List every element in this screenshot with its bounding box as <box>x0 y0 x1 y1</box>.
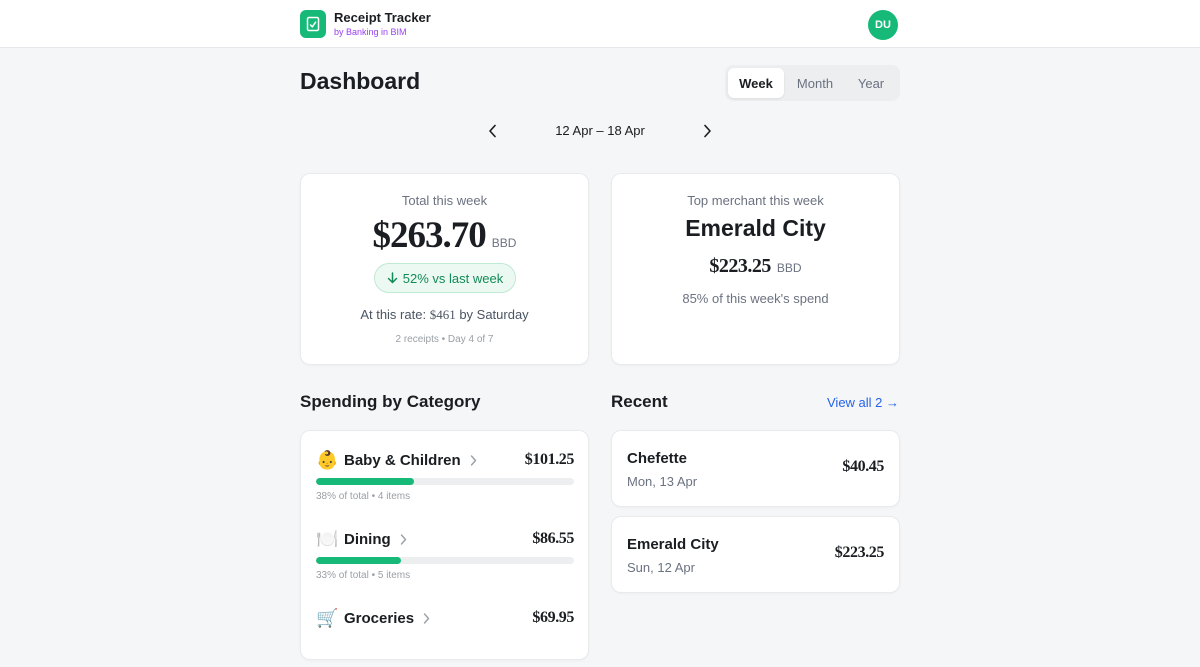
tab-week[interactable]: Week <box>728 68 784 98</box>
recent-merchant: Emerald City <box>627 536 719 553</box>
date-range: 12 Apr – 18 Apr <box>555 123 645 138</box>
category-amount: $101.25 <box>524 451 575 468</box>
total-currency: BBD <box>491 236 517 250</box>
recent-amount: $223.25 <box>834 544 885 561</box>
chevron-right-icon <box>400 533 407 545</box>
top-merchant-card: Top merchant this week Emerald City $223… <box>611 173 900 365</box>
category-item-baby-children[interactable]: 👶 Baby & Children $101.25 38% of total •… <box>316 449 574 509</box>
recent-date: Sun, 12 Apr <box>627 560 695 575</box>
category-section-title: Spending by Category <box>300 392 481 411</box>
change-badge: 52% vs last week <box>374 263 516 293</box>
recent-amount: $40.45 <box>842 458 884 475</box>
category-item-dining[interactable]: 🍽️ Dining $86.55 33% of total • 5 items <box>316 528 574 588</box>
view-all-link[interactable]: View all 2 → <box>827 395 899 410</box>
recent-section-title: Recent <box>611 392 668 411</box>
period-switcher: Week Month Year <box>725 65 900 101</box>
category-progress-fill <box>316 478 415 485</box>
plate-icon: 🍽️ <box>316 529 339 549</box>
category-name: Groceries <box>344 609 415 627</box>
projection: At this rate: $461 by Saturday <box>301 307 588 323</box>
category-progress-fill <box>316 557 402 564</box>
chevron-right-icon <box>470 454 477 466</box>
category-list: 👶 Baby & Children $101.25 38% of total •… <box>300 430 589 660</box>
top-merchant-label: Top merchant this week <box>687 193 824 208</box>
page-title: Dashboard <box>300 68 421 94</box>
recent-date: Mon, 13 Apr <box>627 474 698 489</box>
baby-icon: 👶 <box>316 450 339 470</box>
total-amount: $263.70 <box>372 215 487 256</box>
receipt-icon <box>300 10 326 38</box>
avatar[interactable]: DU <box>868 10 898 40</box>
rate-suffix: by Saturday <box>459 307 529 322</box>
category-item-groceries[interactable]: 🛒 Groceries $69.95 <box>316 607 574 667</box>
category-amount: $86.55 <box>532 530 574 547</box>
recent-merchant: Chefette <box>627 450 688 467</box>
category-meta: 38% of total • 4 items <box>316 491 411 502</box>
chevron-right-icon <box>423 612 430 624</box>
recent-item-emerald-city[interactable]: Emerald City Sun, 12 Apr $223.25 <box>611 516 900 593</box>
chevron-right-icon <box>704 124 711 138</box>
chevron-left-icon <box>489 124 496 138</box>
cart-icon: 🛒 <box>316 608 339 628</box>
arrow-down-icon <box>387 272 398 284</box>
top-merchant-share: 85% of this week's spend <box>682 291 829 306</box>
brand[interactable]: Receipt Tracker by Banking in BIM <box>300 10 431 38</box>
tab-month[interactable]: Month <box>784 68 846 98</box>
tab-year[interactable]: Year <box>846 68 896 98</box>
receipts-meta: 2 receipts • Day 4 of 7 <box>395 334 494 345</box>
next-period-button[interactable] <box>697 121 717 141</box>
recent-item-chefette[interactable]: Chefette Mon, 13 Apr $40.45 <box>611 430 900 507</box>
total-label: Total this week <box>401 193 488 208</box>
change-text: 52% vs last week <box>402 270 504 286</box>
rate-amount: $461 <box>429 307 456 322</box>
category-amount: $69.95 <box>532 609 574 626</box>
category-name: Dining <box>344 530 391 548</box>
app-title: Receipt Tracker <box>334 10 431 25</box>
rate-prefix: At this rate: <box>360 307 427 322</box>
category-name: Baby & Children <box>344 451 461 469</box>
top-merchant-currency: BBD <box>776 261 802 275</box>
category-progress-bar <box>316 478 574 485</box>
weekly-total-card: Total this week $263.70 BBD 52% vs last … <box>300 173 589 365</box>
category-progress-bar <box>316 557 574 564</box>
app-subtitle: by Banking in BIM <box>334 27 407 37</box>
top-merchant-name: Emerald City <box>685 215 826 241</box>
top-merchant-amount: $223.25 <box>709 255 771 277</box>
category-meta: 33% of total • 5 items <box>316 570 411 581</box>
top-bar: Receipt Tracker by Banking in BIM DU <box>0 0 1200 48</box>
